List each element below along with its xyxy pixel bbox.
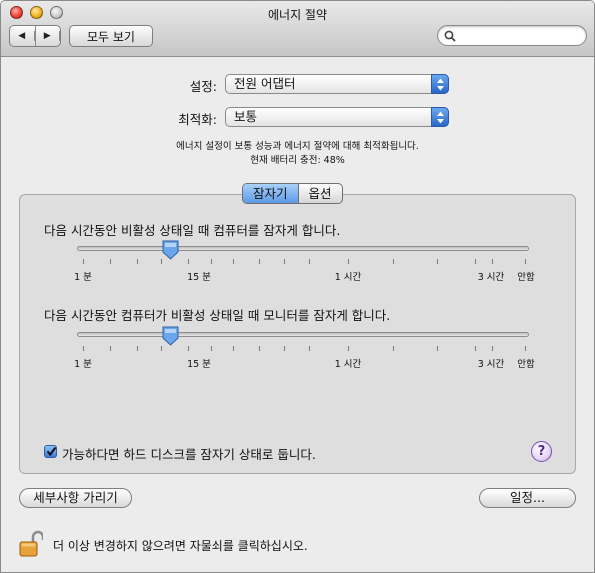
slider-tick [211,346,212,351]
slider-tick [492,346,493,351]
battery-status: 현재 배터리 충전: 48% [250,155,345,166]
hide-details-button[interactable]: 세부사항 가리기 [19,488,132,508]
slider-tick [284,346,285,351]
tick-label-1min: 1 분 [74,359,92,370]
computer-sleep-slider-knob[interactable] [162,240,179,260]
show-all-button[interactable]: 모두 보기 [69,25,153,47]
slider-tick [161,346,162,351]
search-icon [444,30,456,42]
slider-tick [393,259,394,264]
tick-label-never: 안함 [517,272,535,283]
display-sleep-title: 다음 시간동안 컴퓨터가 비활성 상태일 때 모니터를 잠자게 합니다. [44,308,391,323]
lock-message: 더 이상 변경하지 않으려면 자물쇠를 클릭하십시오. [53,539,308,553]
disk-sleep-label: 가능하다면 하드 디스크를 잠자기 상태로 둡니다. [62,447,316,462]
slider-tick [137,346,138,351]
slider-tick [309,346,310,351]
popup-arrows-icon [431,107,449,127]
slider-tick [348,346,349,351]
forward-button[interactable]: ▶ [36,26,60,46]
help-button[interactable]: ? [531,441,552,462]
settings-label: 설정: [189,79,217,94]
slider-tick [284,259,285,264]
optimize-label: 최적화: [178,112,217,127]
slider-tick [525,259,526,264]
computer-sleep-title: 다음 시간동안 비활성 상태일 때 컴퓨터를 잠자게 합니다. [44,223,341,238]
slider-tick [83,259,84,264]
back-forward-control: ◀ ▶ [9,25,61,47]
tick-label-1min: 1 분 [74,272,92,283]
optimize-popup-value: 보통 [234,109,258,124]
search-input[interactable] [460,28,580,43]
slider-tick [437,346,438,351]
tab-options[interactable]: 옵션 [299,184,342,203]
tick-label-never: 안함 [517,359,535,370]
forward-arrow-icon: ▶ [36,31,60,41]
disk-sleep-checkbox[interactable] [44,445,57,458]
slider-tick [437,259,438,264]
schedule-button[interactable]: 일정... [479,488,576,508]
search-field[interactable] [437,25,587,46]
slider-tick [475,346,476,351]
display-sleep-slider-knob[interactable] [162,326,179,346]
energy-saver-window: 에너지 절약 ◀ ▶ 모두 보기 설정: 전원 어댑터 최적화: 보통 에너지 … [0,0,595,573]
tick-label-1hour: 1 시간 [334,359,362,370]
slider-tick [348,259,349,264]
checkmark-icon [46,446,57,457]
slider-tick [137,259,138,264]
tick-label-3hours: 3 시간 [477,359,505,370]
slider-tick [475,259,476,264]
tab-sleep[interactable]: 잠자기 [243,184,299,203]
lock-icon[interactable] [19,530,43,558]
slider-tick [110,259,111,264]
slider-tick [309,259,310,264]
slider-tick [188,259,189,264]
settings-popup[interactable]: 전원 어댑터 [225,74,449,94]
slider-tick [110,346,111,351]
tick-label-15min: 15 분 [187,359,211,370]
tick-label-15min: 15 분 [187,272,211,283]
popup-arrows-icon [431,74,449,94]
slider-tick [188,346,189,351]
slider-tick [233,259,234,264]
slider-tick [393,346,394,351]
toolbar: 에너지 절약 ◀ ▶ 모두 보기 [1,1,594,57]
tab-bar: 잠자기 옵션 [242,183,343,204]
settings-popup-value: 전원 어댑터 [234,76,296,91]
window-title: 에너지 절약 [267,8,327,22]
slider-tick [259,259,260,264]
display-sleep-slider-track[interactable] [77,332,529,337]
slider-tick [83,346,84,351]
back-arrow-icon: ◀ [10,31,35,41]
optimize-popup[interactable]: 보통 [225,107,449,127]
slider-tick [211,259,212,264]
optimization-description: 에너지 설정이 보통 성능과 에너지 절약에 대해 최적화됩니다. [176,141,419,152]
slider-tick [492,259,493,264]
computer-sleep-slider-track[interactable] [77,246,529,251]
slider-tick [525,346,526,351]
back-button[interactable]: ◀ [10,26,36,46]
slider-tick [161,259,162,264]
slider-tick [233,346,234,351]
tick-label-1hour: 1 시간 [334,272,362,283]
tick-label-3hours: 3 시간 [477,272,505,283]
slider-tick [259,346,260,351]
